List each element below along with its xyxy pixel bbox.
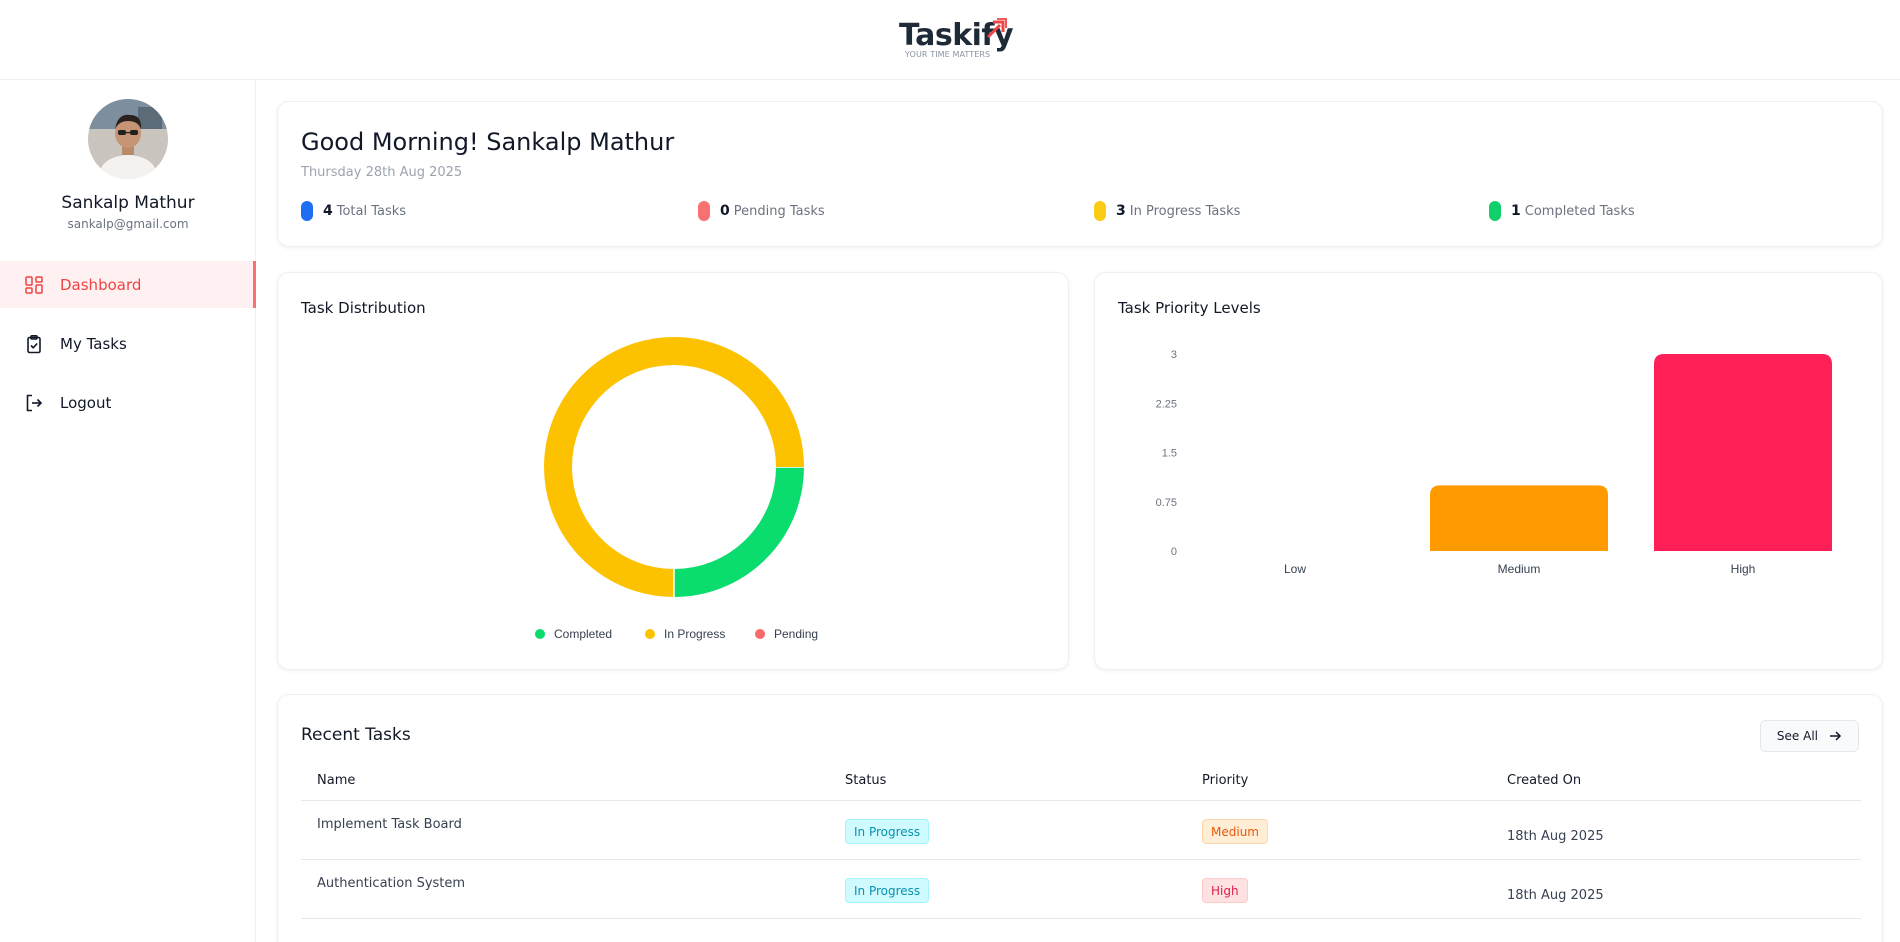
recent-tasks-table: Name Status Priority Created On Implemen… (301, 757, 1861, 919)
greeting-date: Thursday 28th Aug 2025 (301, 165, 463, 180)
task-priority-card: Task Priority Levels 0 0.75 1.5 2.25 3 Low Med… (1094, 272, 1883, 670)
top-bar: Taskify YOUR TIME MATTERS (0, 0, 1900, 80)
sidebar-item-label: My Tasks (60, 334, 127, 353)
legend-marker (755, 629, 765, 639)
table-row[interactable]: Authentication System In Progress High 1… (301, 860, 1861, 919)
y-tick-label: 3 (1171, 349, 1177, 361)
y-tick-label: 1.5 (1162, 448, 1177, 460)
greeting-card: Good Morning! Sankalp Mathur Thursday 28… (277, 101, 1883, 247)
x-tick-label: High (1731, 562, 1756, 576)
app-logo[interactable]: Taskify YOUR TIME MATTERS (899, 18, 1014, 64)
table-row[interactable]: Implement Task Board In Progress Medium … (301, 801, 1861, 860)
y-tick-label: 0.75 (1156, 497, 1177, 509)
stat-indicator (301, 201, 313, 221)
app-tagline: YOUR TIME MATTERS (905, 50, 991, 59)
priority-badge: Medium (1202, 819, 1268, 844)
sidebar-item-label: Dashboard (60, 275, 142, 294)
x-tick-label: Low (1284, 562, 1306, 576)
recent-tasks-title: Recent Tasks (301, 725, 411, 745)
x-tick-label: Medium (1498, 562, 1541, 576)
sidebar-item-label: Logout (60, 393, 112, 412)
sidebar: Sankalp Mathur sankalp@gmail.com Dashboa… (0, 80, 256, 942)
legend-marker (645, 629, 655, 639)
donut-slice-completed[interactable] (673, 466, 804, 597)
column-header-status[interactable]: Status (845, 773, 886, 788)
stat-label: Pending Tasks (733, 203, 825, 219)
status-badge: In Progress (845, 819, 930, 844)
task-name: Authentication System (317, 876, 466, 891)
legend-label: In Progress (664, 627, 725, 641)
recent-tasks-card: Recent Tasks See All Name Status Priorit… (277, 694, 1883, 942)
task-name: Implement Task Board (317, 817, 462, 832)
stat-pending-tasks: 0 Pending Tasks (698, 199, 825, 223)
priority-badge: High (1202, 878, 1248, 903)
stat-count: 1 (1511, 203, 1521, 219)
column-header-name[interactable]: Name (317, 773, 355, 788)
task-priority-chart: 0 0.75 1.5 2.25 3 Low Medium High (1156, 349, 1832, 576)
stat-count: 4 (323, 203, 333, 219)
bar-high[interactable] (1654, 354, 1832, 551)
legend-label: Completed (554, 627, 612, 641)
task-distribution-chart: Completed In Progress Pending (535, 337, 818, 641)
sidebar-item-my-tasks[interactable]: My Tasks (0, 320, 256, 367)
legend-label: Pending (774, 627, 818, 641)
stat-indicator (1489, 201, 1501, 221)
profile-email: sankalp@gmail.com (67, 217, 189, 231)
stat-label: Total Tasks (336, 203, 407, 219)
stat-completed-tasks: 1 Completed Tasks (1489, 199, 1635, 223)
y-tick-label: 2.25 (1156, 398, 1177, 410)
status-badge: In Progress (845, 878, 930, 903)
task-created-date: 18th Aug 2025 (1507, 829, 1604, 844)
see-all-button[interactable]: See All (1759, 720, 1859, 752)
logo-arrow-icon (986, 18, 1007, 39)
stat-in-progress-tasks: 3 In Progress Tasks (1094, 199, 1240, 223)
stat-indicator (698, 201, 710, 221)
stat-total-tasks: 4 Total Tasks (301, 199, 406, 223)
legend-marker (535, 629, 545, 639)
y-tick-label: 0 (1171, 546, 1177, 558)
stat-label: In Progress Tasks (1129, 203, 1241, 219)
sidebar-item-dashboard[interactable]: Dashboard (0, 261, 256, 308)
stat-indicator (1094, 201, 1106, 221)
sidebar-nav: Dashboard My Tasks Logout (0, 261, 256, 438)
stat-count: 3 (1116, 203, 1126, 219)
sidebar-item-logout[interactable]: Logout (0, 379, 256, 426)
column-header-priority[interactable]: Priority (1202, 773, 1248, 788)
task-created-date: 18th Aug 2025 (1507, 888, 1604, 903)
table-header: Name Status Priority Created On (301, 757, 1861, 801)
avatar-photo (88, 99, 168, 179)
dashboard-grid-icon (24, 275, 44, 295)
stat-label: Completed Tasks (1524, 203, 1635, 219)
greeting-title: Good Morning! Sankalp Mathur (301, 128, 675, 156)
task-distribution-card: Task Distribution Completed In Progress Pe… (277, 272, 1069, 670)
stat-count: 0 (720, 203, 730, 219)
see-all-label: See All (1776, 729, 1818, 743)
profile-name: Sankalp Mathur (61, 193, 195, 213)
arrow-right-icon (1830, 731, 1842, 741)
logout-icon (24, 393, 44, 413)
clipboard-check-icon (24, 334, 44, 354)
bar-medium[interactable] (1430, 485, 1608, 551)
avatar (88, 99, 168, 179)
column-header-created-on[interactable]: Created On (1507, 773, 1581, 788)
